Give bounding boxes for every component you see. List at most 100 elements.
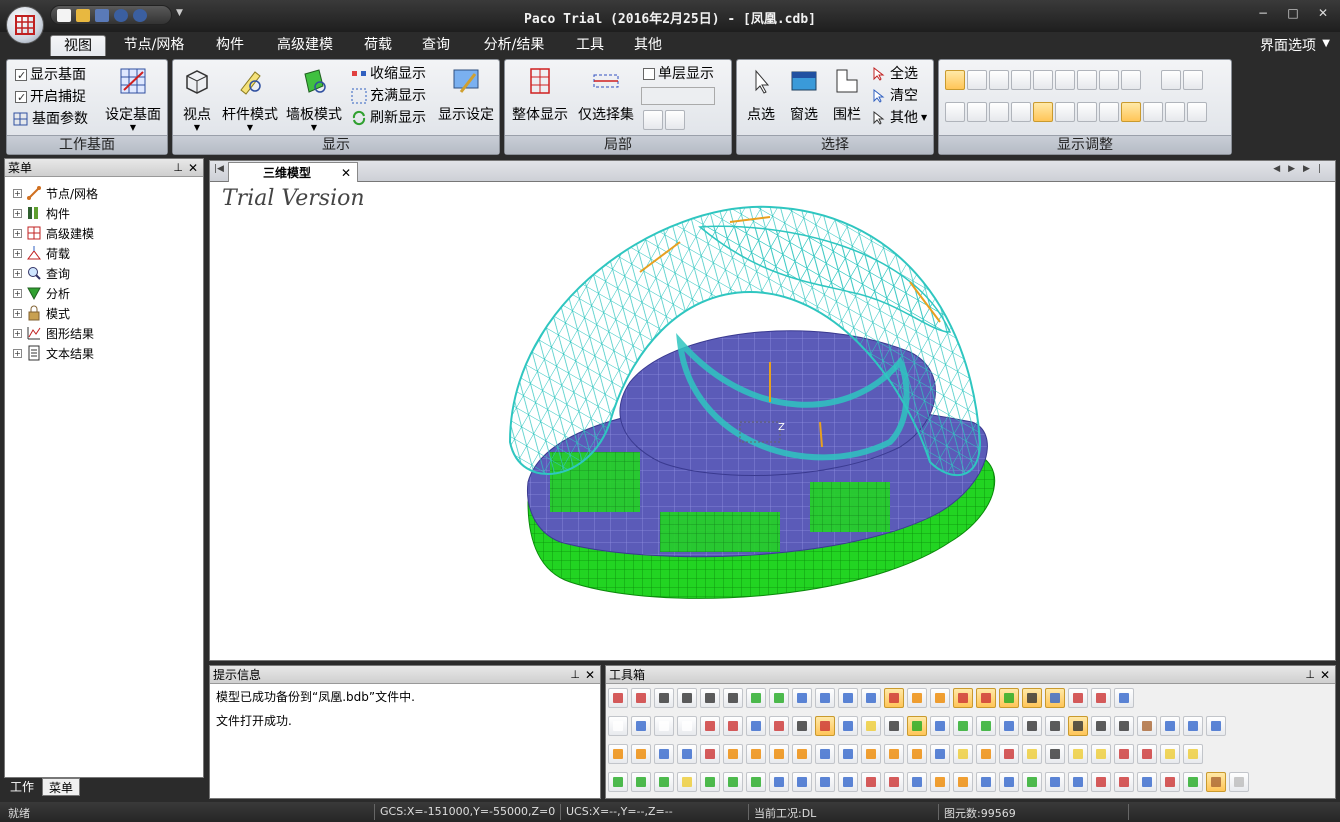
window-select-icon[interactable]: [631, 716, 651, 736]
member-tool-7-icon[interactable]: [861, 744, 881, 764]
node-tool-4-icon[interactable]: [677, 744, 697, 764]
layer-combo[interactable]: [641, 87, 715, 105]
wall-icon[interactable]: [999, 688, 1019, 708]
cube-2-icon[interactable]: [677, 688, 697, 708]
result-tool-4-icon[interactable]: [1114, 772, 1134, 792]
expand-icon[interactable]: +: [13, 328, 22, 338]
tab-view[interactable]: 视图: [50, 35, 106, 56]
select-all-icon[interactable]: [723, 716, 743, 736]
point-select-button[interactable]: 点选: [741, 66, 781, 124]
node-dots-icon[interactable]: [967, 70, 987, 90]
result-tool-5-icon[interactable]: [1137, 772, 1157, 792]
expand-icon[interactable]: +: [13, 268, 22, 278]
clear-selection-button[interactable]: 清空: [871, 87, 918, 105]
wall-label-icon[interactable]: [1187, 102, 1207, 122]
tab-loads[interactable]: 荷载: [354, 35, 402, 56]
grid-alt-icon[interactable]: [631, 688, 651, 708]
edit-tool-2-icon[interactable]: [976, 744, 996, 764]
node-dots-icon[interactable]: [907, 688, 927, 708]
result-tool-1-icon[interactable]: [1045, 772, 1065, 792]
support-icon[interactable]: [1121, 70, 1141, 90]
beam-tool-3-icon[interactable]: [1068, 744, 1088, 764]
3d-viewport[interactable]: Trial Version Z: [209, 182, 1336, 661]
plane-params-button[interactable]: 基面参数: [13, 110, 88, 128]
filter-icon[interactable]: [769, 716, 789, 736]
diamond-icon[interactable]: [1045, 688, 1065, 708]
result-tool-2-icon[interactable]: [1068, 772, 1088, 792]
load-tool-1-icon[interactable]: [769, 772, 789, 792]
rotate-alt-icon[interactable]: [861, 688, 881, 708]
line-blue-icon[interactable]: [838, 716, 858, 736]
lock-disabled-icon[interactable]: [1229, 772, 1249, 792]
member-tool-6-icon[interactable]: [838, 744, 858, 764]
tree-item-loads[interactable]: + 荷载: [13, 243, 203, 263]
member-tool-5-icon[interactable]: [815, 744, 835, 764]
bold-icon[interactable]: [1114, 716, 1134, 736]
select-set-icon[interactable]: [1114, 688, 1134, 708]
slab-icon[interactable]: [1077, 70, 1097, 90]
load-tool-4-icon[interactable]: [838, 772, 858, 792]
wall-icon[interactable]: [1055, 70, 1075, 90]
wall-tool-4-icon[interactable]: [677, 772, 697, 792]
tab-tools[interactable]: 工具: [566, 35, 614, 56]
text-3d-icon[interactable]: [1091, 716, 1111, 736]
move-alt-icon[interactable]: [815, 688, 835, 708]
app-menu-button[interactable]: [6, 6, 44, 44]
wall-tool-5-icon[interactable]: [700, 772, 720, 792]
expand-icon[interactable]: +: [13, 308, 22, 318]
expand-icon[interactable]: +: [13, 248, 22, 258]
tab-analysis-results[interactable]: 分析/结果: [472, 35, 556, 56]
beam-tool-6-icon[interactable]: [1137, 744, 1157, 764]
close-icon[interactable]: ✕: [1320, 666, 1330, 684]
lock-icon[interactable]: [1206, 772, 1226, 792]
minimize-button[interactable]: −: [1254, 6, 1272, 20]
fill-display-button[interactable]: 充满显示: [351, 87, 426, 105]
tab-members[interactable]: 构件: [204, 35, 256, 56]
tab-nodes-grid[interactable]: 节点/网格: [112, 35, 196, 56]
member-mode-button[interactable]: 杆件模式 ▼: [219, 66, 281, 132]
beam-icon[interactable]: [1033, 70, 1053, 90]
wall-mode-button[interactable]: 墙板模式 ▼: [283, 66, 345, 132]
beam-tool-7-icon[interactable]: [1160, 744, 1180, 764]
wall-toggle-icon[interactable]: [907, 716, 927, 736]
slab-icon[interactable]: [1022, 688, 1042, 708]
tab-work[interactable]: 工作: [4, 778, 40, 796]
expand-icon[interactable]: +: [13, 348, 22, 358]
text-style-icon[interactable]: [1137, 716, 1157, 736]
wall-tool-3-icon[interactable]: [654, 772, 674, 792]
maximize-button[interactable]: □: [1284, 6, 1302, 20]
tree-item-advanced-modeling[interactable]: + 高级建模: [13, 223, 203, 243]
analysis-tool-1-icon[interactable]: [1183, 772, 1203, 792]
cursor-arrow-icon[interactable]: [608, 716, 628, 736]
line-yellow-icon[interactable]: [861, 716, 881, 736]
query-tool-3-icon[interactable]: [976, 772, 996, 792]
tree-item-graphic-results[interactable]: + 图形结果: [13, 323, 203, 343]
diamond-icon[interactable]: [1099, 70, 1119, 90]
member-tool-10-icon[interactable]: [930, 744, 950, 764]
tree-item-modes[interactable]: + 模式: [13, 303, 203, 323]
load-tool-5-icon[interactable]: [861, 772, 881, 792]
text-larger-icon[interactable]: [989, 102, 1009, 122]
tab-3d-model[interactable]: 三维模型 ✕: [228, 162, 358, 183]
support-b-icon[interactable]: [967, 102, 987, 122]
text-2d-icon[interactable]: [1068, 716, 1088, 736]
expand-icon[interactable]: +: [13, 208, 22, 218]
tree-item-query[interactable]: + 查询: [13, 263, 203, 283]
text-style-icon[interactable]: [1099, 102, 1119, 122]
beam-tool-1-icon[interactable]: [1022, 744, 1042, 764]
tree-item-analysis[interactable]: + 分析: [13, 283, 203, 303]
expand-icon[interactable]: +: [13, 188, 22, 198]
beam-icon[interactable]: [976, 688, 996, 708]
support-a-icon[interactable]: [945, 102, 965, 122]
wall-tool-2-icon[interactable]: [631, 772, 651, 792]
member-tool-8-icon[interactable]: [884, 744, 904, 764]
column-icon[interactable]: [1143, 102, 1163, 122]
wall-blue-icon[interactable]: [930, 716, 950, 736]
layer-down-icon[interactable]: [665, 110, 685, 130]
wall-tool-1-icon[interactable]: [608, 772, 628, 792]
rotate-icon[interactable]: [838, 688, 858, 708]
beam-tool-8-icon[interactable]: [1183, 744, 1203, 764]
select-all-button[interactable]: 全选: [871, 65, 918, 83]
shrink-icon[interactable]: [1160, 716, 1180, 736]
support-icon[interactable]: [1068, 688, 1088, 708]
